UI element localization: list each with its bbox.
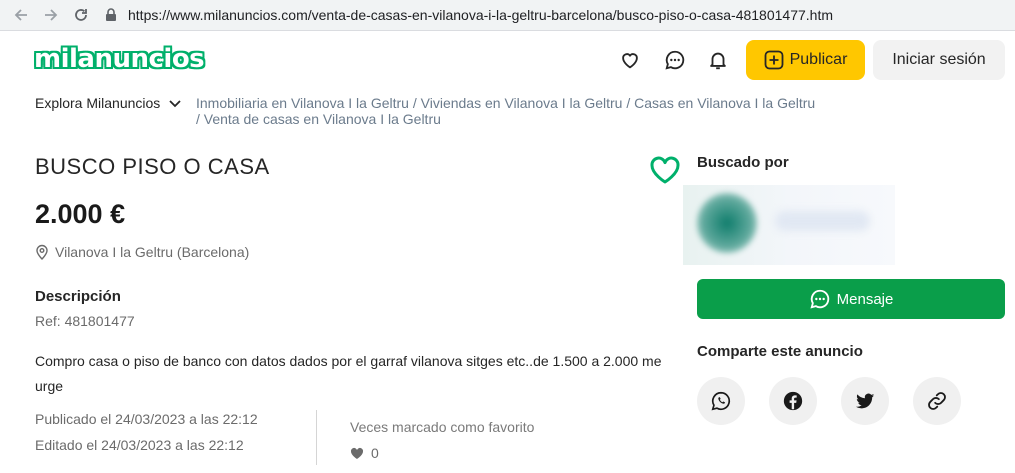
published-date: Publicado el 24/03/2023 a las 22:12	[35, 411, 258, 427]
url-text[interactable]: https://www.milanuncios.com/venta-de-cas…	[128, 7, 833, 23]
favorites-count-label: Veces marcado como favorito	[350, 419, 535, 435]
browser-toolbar: https://www.milanuncios.com/venta-de-cas…	[0, 0, 1015, 31]
link-icon	[928, 392, 946, 410]
ad-description: Compro casa o piso de banco con datos da…	[35, 353, 662, 394]
ad-reference: Ref: 481801477	[35, 313, 135, 329]
chevron-down-icon	[169, 100, 181, 108]
favorites-count: 0	[350, 445, 379, 461]
whatsapp-icon	[711, 391, 731, 411]
publish-button[interactable]: Publicar	[746, 40, 865, 80]
milanuncios-logo[interactable]: milanuncios	[34, 44, 205, 74]
meta-divider	[316, 410, 317, 465]
user-name-blurred	[775, 211, 870, 231]
breadcrumb-link[interactable]: Venta de casas en Vilanova I la Geltru	[204, 111, 441, 127]
login-button[interactable]: Iniciar sesión	[873, 40, 1005, 80]
heart-icon	[622, 53, 638, 69]
message-label: Mensaje	[836, 290, 894, 308]
message-button[interactable]: Mensaje	[697, 279, 1005, 319]
chat-bubble-icon	[810, 289, 829, 309]
reload-icon	[75, 9, 87, 21]
reload-button[interactable]	[66, 0, 96, 30]
login-label: Iniciar sesión	[892, 51, 986, 68]
address-bar[interactable]: https://www.milanuncios.com/venta-de-cas…	[104, 0, 833, 31]
ad-location: Vilanova I la Geltru (Barcelona)	[35, 244, 249, 260]
ad-title: BUSCO PISO O CASA	[35, 154, 270, 179]
site-header: milanuncios Publicar Iniciar sesión	[0, 31, 1015, 89]
explore-menu-button[interactable]: Explora Milanuncios	[35, 95, 182, 111]
breadcrumb-link[interactable]: Viviendas en Vilanova I la Geltru	[421, 95, 623, 111]
avatar	[697, 193, 757, 253]
description-heading: Descripción	[35, 288, 121, 305]
breadcrumb-separator: /	[626, 95, 635, 111]
share-heading: Comparte este anuncio	[697, 343, 863, 360]
breadcrumb-link[interactable]: Casas en Vilanova I la Geltru	[634, 95, 815, 111]
bell-icon	[710, 52, 726, 70]
sought-by-heading: Buscado por	[697, 154, 789, 171]
breadcrumb-separator: /	[196, 111, 204, 127]
share-twitter-button[interactable]	[841, 377, 889, 425]
forward-arrow-icon	[45, 9, 58, 21]
share-link-button[interactable]	[913, 377, 961, 425]
favorites-button[interactable]	[618, 48, 642, 72]
favorites-count-value: 0	[371, 445, 379, 461]
location-text: Vilanova I la Geltru (Barcelona)	[55, 244, 250, 260]
explore-label: Explora Milanuncios	[35, 95, 161, 111]
breadcrumb: Inmobiliaria en Vilanova I la Geltru / V…	[196, 95, 846, 127]
facebook-icon	[783, 391, 803, 411]
share-facebook-button[interactable]	[769, 377, 817, 425]
publish-label: Publicar	[789, 51, 848, 68]
location-pin-icon	[36, 244, 48, 260]
user-profile-card[interactable]	[683, 185, 895, 265]
back-arrow-icon	[14, 9, 27, 21]
edited-date: Editado el 24/03/2023 a las 22:12	[35, 437, 244, 453]
share-whatsapp-button[interactable]	[697, 377, 745, 425]
ad-price: 2.000 €	[35, 199, 126, 229]
heart-filled-icon	[350, 447, 364, 459]
breadcrumb-link[interactable]: Inmobiliaria en Vilanova I la Geltru	[196, 95, 409, 111]
plus-square-icon	[764, 50, 783, 70]
breadcrumb-separator: /	[412, 95, 421, 111]
forward-button[interactable]	[36, 0, 66, 30]
twitter-icon	[855, 393, 875, 409]
favorite-heart-icon[interactable]	[649, 155, 681, 185]
chat-bubble-icon	[665, 50, 685, 70]
messages-button[interactable]	[663, 48, 687, 72]
notifications-button[interactable]	[706, 48, 730, 72]
lock-icon	[106, 8, 116, 21]
back-button[interactable]	[6, 0, 36, 30]
